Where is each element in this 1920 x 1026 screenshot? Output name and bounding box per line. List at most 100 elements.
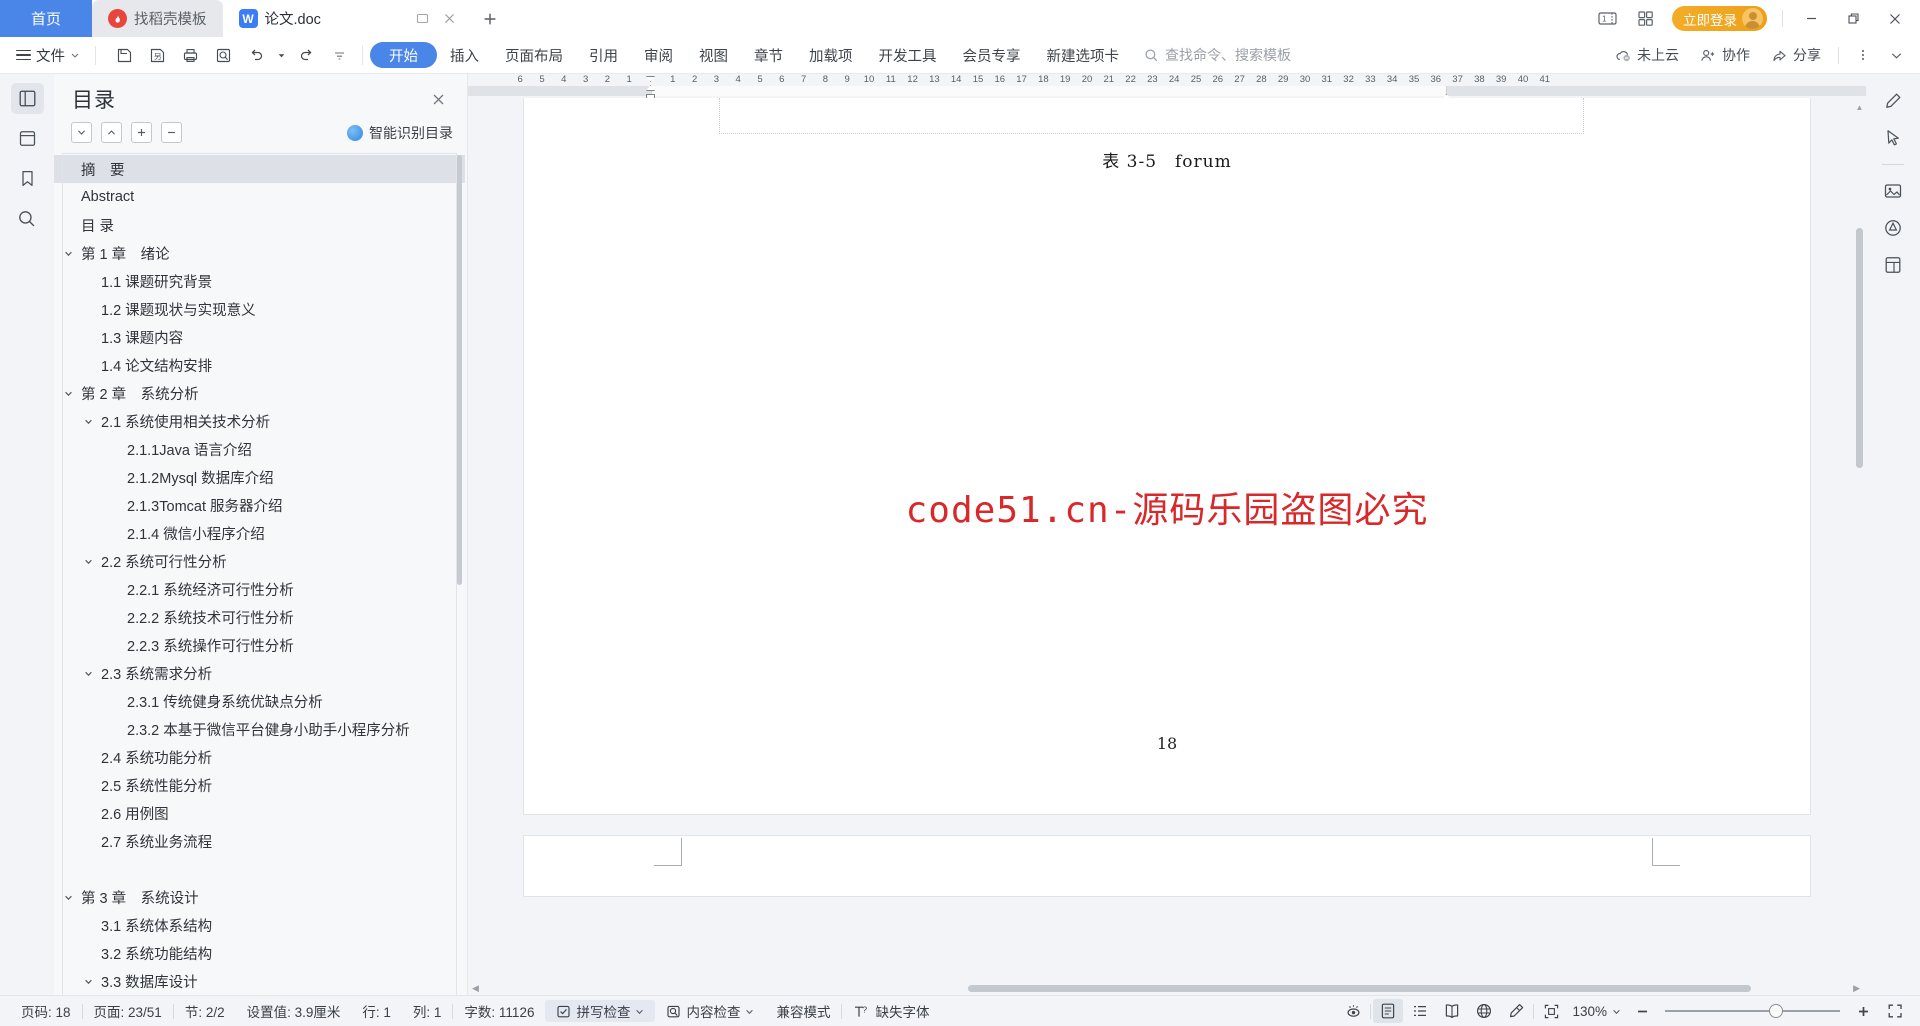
focus-eye-icon[interactable] [1338, 999, 1368, 1023]
page-count-status[interactable]: 页面: 23/51 [83, 1000, 173, 1022]
ribbon-tab-start[interactable]: 开始 [370, 42, 437, 68]
outline-item[interactable]: 2.3.1 传统健身系统优缺点分析 [54, 687, 465, 715]
compat-mode-status[interactable]: 兼容模式 [765, 1000, 841, 1022]
fit-page-icon[interactable] [1536, 999, 1566, 1023]
shape-insert-icon[interactable] [1876, 211, 1910, 245]
cursor-select-icon[interactable] [1876, 121, 1910, 155]
outline-scrollbar-thumb[interactable] [457, 155, 462, 585]
outline-item[interactable]: 1.2 课题现状与实现意义 [54, 295, 465, 323]
login-button[interactable]: 立即登录 [1672, 6, 1767, 31]
outline-item[interactable]: 2.2.2 系统技术可行性分析 [54, 603, 465, 631]
outline-item[interactable]: 3.3 数据库设计 [54, 967, 465, 995]
customize-toolbar-icon[interactable] [324, 41, 355, 69]
more-vertical-icon[interactable] [1847, 41, 1878, 69]
chevron-down-icon[interactable] [84, 417, 101, 426]
chevron-down-icon[interactable] [64, 389, 81, 398]
page-view-icon[interactable] [1373, 999, 1404, 1023]
ribbon-tab-developer[interactable]: 开发工具 [866, 42, 950, 68]
scroll-left-icon[interactable]: ◀ [472, 983, 479, 994]
share-button[interactable]: 分享 [1762, 42, 1830, 69]
ribbon-tab-view[interactable]: 视图 [686, 42, 741, 68]
home-tab[interactable]: 首页 [0, 0, 92, 37]
outline-item[interactable]: 2.2.3 系统操作可行性分析 [54, 631, 465, 659]
outline-item[interactable]: 2.1.4 微信小程序介绍 [54, 519, 465, 547]
outline-item[interactable]: 第 2 章 系统分析 [54, 379, 465, 407]
zoom-slider-handle[interactable] [1769, 1004, 1783, 1018]
content-check-status[interactable]: 内容检查 [655, 1000, 765, 1022]
horizontal-ruler[interactable]: 6 5 4 3 2 1 1 2 3 4 5 6 7 8 9 10 11 12 13 14 15 16 17 18 19 20 21 2… [468, 74, 1866, 98]
outline-list[interactable]: 摘 要 Abstract 目 录第 1 章 绪论 1.1 课题研究背景 1.2 课题现状… [54, 151, 465, 995]
outline-item[interactable]: Abstract [54, 183, 465, 211]
print-preview-icon[interactable] [208, 41, 239, 69]
minimize-button[interactable] [1792, 4, 1830, 34]
web-view-icon[interactable] [1469, 999, 1499, 1023]
line-status[interactable]: 行: 1 [351, 1000, 402, 1022]
outline-item[interactable]: 第 1 章 绪论 [54, 239, 465, 267]
horizontal-scrollbar-thumb[interactable] [968, 984, 1751, 992]
section-status[interactable]: 节: 2/2 [174, 1000, 236, 1022]
zoom-in-button[interactable] [1848, 999, 1878, 1023]
cloud-status-button[interactable]: 未上云 [1606, 42, 1688, 69]
page-layout-icon[interactable] [1876, 248, 1910, 282]
outline-item[interactable]: 3.1 系统体系结构 [54, 911, 465, 939]
zoom-level[interactable]: 130% [1568, 1000, 1625, 1022]
outline-item[interactable]: 1.3 课题内容 [54, 323, 465, 351]
collapse-up-icon[interactable] [101, 122, 122, 143]
vertical-scrollbar[interactable]: ▲ [1854, 98, 1865, 981]
command-search[interactable]: 查找命令、搜索模板 [1144, 45, 1291, 65]
page-number-status[interactable]: 页码: 18 [10, 1000, 82, 1022]
image-insert-icon[interactable] [1876, 174, 1910, 208]
outline-item[interactable]: 2.2.1 系统经济可行性分析 [54, 575, 465, 603]
ribbon-tab-chapter[interactable]: 章节 [741, 42, 796, 68]
outline-item[interactable]: 2.2 系统可行性分析 [54, 547, 465, 575]
document-scroll-area[interactable]: 表 3-5 forum code51.cn-源码乐园盗图必究 18 ▲ [468, 98, 1866, 981]
new-tab-button[interactable] [473, 0, 507, 37]
outline-item[interactable]: 2.5 系统性能分析 [54, 771, 465, 799]
expand-all-icon[interactable] [131, 122, 152, 143]
outline-item[interactable]: 2.6 用例图 [54, 799, 465, 827]
print-icon[interactable] [175, 41, 206, 69]
chevron-down-icon[interactable] [84, 977, 101, 986]
outline-item[interactable]: 2.3.2 本基于微信平台健身小助手小程序分析 [54, 715, 465, 743]
tab-restore-icon[interactable] [415, 11, 430, 26]
ribbon-tab-member[interactable]: 会员专享 [950, 42, 1034, 68]
chevron-down-icon[interactable] [84, 557, 101, 566]
outline-item[interactable]: 2.1.1Java 语言介绍 [54, 435, 465, 463]
column-status[interactable]: 列: 1 [402, 1000, 453, 1022]
outline-item[interactable]: 2.7 系统业务流程 [54, 827, 465, 855]
fullscreen-icon[interactable] [1880, 999, 1910, 1023]
chevron-down-icon[interactable] [84, 669, 101, 678]
vertical-scrollbar-thumb[interactable] [1856, 228, 1863, 468]
smart-toc-button[interactable]: 智能识别目录 [347, 123, 453, 143]
measure-status[interactable]: 设置值: 3.9厘米 [236, 1000, 352, 1022]
close-button[interactable] [1876, 4, 1914, 34]
spellcheck-status[interactable]: 拼写检查 [545, 1000, 656, 1022]
first-line-indent-marker[interactable] [646, 76, 655, 82]
outline-item[interactable]: 2.1.2Mysql 数据库介绍 [54, 463, 465, 491]
search-icon[interactable] [11, 203, 44, 234]
ribbon-tab-addins[interactable]: 加载项 [796, 42, 866, 68]
ribbon-tab-new-tab[interactable]: 新建选项卡 [1034, 42, 1133, 68]
tab-thesis-doc[interactable]: W 论文.doc [222, 0, 473, 37]
outline-item[interactable]: 2.3 系统需求分析 [54, 659, 465, 687]
outline-item[interactable]: 2.4 系统功能分析 [54, 743, 465, 771]
chevron-down-icon[interactable] [64, 249, 81, 258]
outline-item[interactable]: 1.4 论文结构安排 [54, 351, 465, 379]
bookmark-icon[interactable] [11, 163, 44, 194]
outline-item[interactable]: 3.2 系统功能结构 [54, 939, 465, 967]
document-panel-icon[interactable] [11, 123, 44, 154]
ribbon-tab-review[interactable]: 审阅 [631, 42, 686, 68]
word-count-status[interactable]: 字数: 11126 [453, 1000, 545, 1022]
close-icon[interactable] [442, 11, 457, 26]
redo-icon[interactable] [291, 41, 322, 69]
highlight-pen-icon[interactable] [1501, 999, 1531, 1023]
file-menu-button[interactable]: 文件 [8, 41, 88, 69]
collapse-all-icon[interactable] [161, 122, 182, 143]
tab-list-icon[interactable]: 1 [1590, 4, 1624, 34]
document-page-next[interactable] [524, 836, 1810, 896]
document-page[interactable]: 表 3-5 forum code51.cn-源码乐园盗图必究 18 [524, 98, 1810, 866]
outline-item[interactable]: 目 录 [54, 211, 465, 239]
expand-down-icon[interactable] [71, 122, 92, 143]
undo-icon[interactable] [241, 41, 272, 69]
save-icon[interactable] [109, 41, 140, 69]
